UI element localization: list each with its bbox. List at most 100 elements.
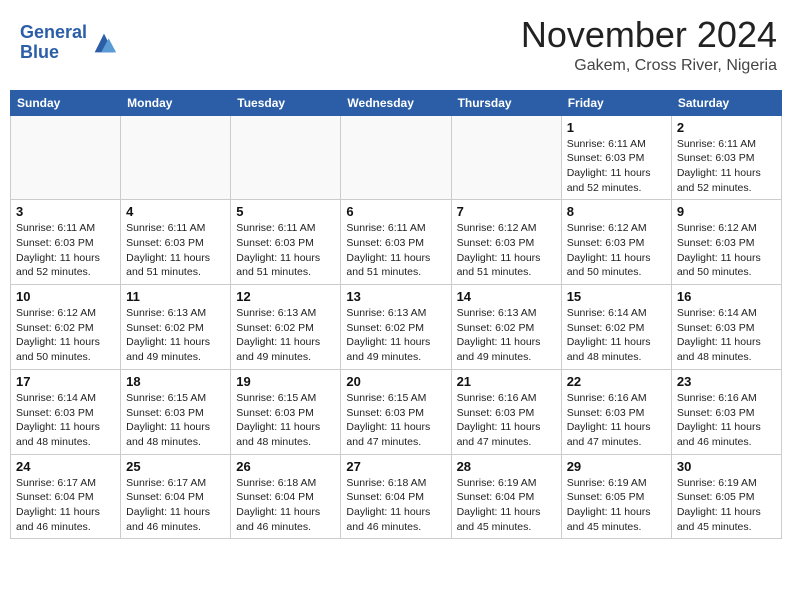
calendar-cell: 9 Sunrise: 6:12 AMSunset: 6:03 PMDaylight… [671,200,781,285]
day-number: 30 [677,459,776,474]
day-number: 13 [346,289,445,304]
day-info: Sunrise: 6:14 AMSunset: 6:03 PMDaylight:… [16,391,115,450]
month-title: November 2024 [521,15,777,55]
calendar-cell [451,115,561,200]
day-number: 28 [457,459,556,474]
day-number: 27 [346,459,445,474]
calendar-cell: 18Sunrise: 6:15 AMSunset: 6:03 PMDayligh… [121,369,231,454]
calendar-cell: 1Sunrise: 6:11 AMSunset: 6:03 PMDaylight… [561,115,671,200]
day-info: Sunrise: 6:11 AMSunset: 6:03 PMDaylight:… [677,137,776,196]
page-header: General Blue November 2024 Gakem, Cross … [10,10,782,80]
day-info: Sunrise: 6:12 AMSunset: 6:02 PMDaylight:… [16,306,115,365]
calendar-cell [341,115,451,200]
day-number: 23 [677,374,776,389]
calendar-cell: 17 Sunrise: 6:14 AMSunset: 6:03 PMDayligh… [11,369,121,454]
day-number: 17 [16,374,115,389]
day-info: Sunrise: 6:15 AMSunset: 6:03 PMDaylight:… [236,391,335,450]
day-info: Sunrise: 6:16 AMSunset: 6:03 PMDaylight:… [677,391,776,450]
day-info: Sunrise: 6:15 AMSunset: 6:03 PMDaylight:… [346,391,445,450]
logo: General Blue [20,23,118,63]
day-number: 29 [567,459,666,474]
week-row-1: 1 Sunrise: 6:11 AMSunset: 6:03 PMDaylight… [11,115,782,200]
calendar-cell: 12 Sunrise: 6:13 AMSunset: 6:02 PMDayligh… [231,285,341,370]
day-number: 14 [457,289,556,304]
day-info: Sunrise: 6:13 AMSunset: 6:02 PMDaylight:… [236,306,335,365]
location-title: Gakem, Cross River, Nigeria [521,57,777,75]
logo-icon [90,29,118,57]
col-header-monday: Monday [121,90,231,115]
day-info: Sunrise: 6:18 AMSunset: 6:04 PMDaylight:… [346,476,445,535]
col-header-tuesday: Tuesday [231,90,341,115]
day-info: Sunrise: 6:16 AMSunset: 6:03 PMDaylight:… [457,391,556,450]
calendar-cell: 23 Sunrise: 6:16 AMSunset: 6:03 PMDayligh… [671,369,781,454]
day-info: Sunrise: 6:16 AMSunset: 6:03 PMDaylight:… [567,391,666,450]
calendar-cell: 13Sunrise: 6:13 AMSunset: 6:02 PMDayligh… [341,285,451,370]
day-number: 11 [126,289,225,304]
day-number: 5 [236,204,335,219]
calendar-cell: 25 Sunrise: 6:17 AMSunset: 6:04 PMDayligh… [121,454,231,539]
day-info: Sunrise: 6:14 AMSunset: 6:02 PMDaylight:… [567,306,666,365]
calendar-cell: 22 Sunrise: 6:16 AMSunset: 6:03 PMDayligh… [561,369,671,454]
calendar-cell: 24 Sunrise: 6:17 AMSunset: 6:04 PMDayligh… [11,454,121,539]
day-info: Sunrise: 6:11 AMSunset: 6:03 PMDaylight:… [16,221,115,280]
day-info: Sunrise: 6:12 AMSunset: 6:03 PMDaylight:… [457,221,556,280]
calendar-cell: 2 Sunrise: 6:11 AMSunset: 6:03 PMDaylight… [671,115,781,200]
day-number: 9 [677,204,776,219]
day-info: Sunrise: 6:17 AMSunset: 6:04 PMDaylight:… [126,476,225,535]
calendar-cell: 29 Sunrise: 6:19 AMSunset: 6:05 PMDayligh… [561,454,671,539]
day-info: Sunrise: 6:19 AMSunset: 6:05 PMDaylight:… [677,476,776,535]
col-header-thursday: Thursday [451,90,561,115]
day-number: 24 [16,459,115,474]
calendar-cell: 28 Sunrise: 6:19 AMSunset: 6:04 PMDayligh… [451,454,561,539]
calendar-cell: 15 Sunrise: 6:14 AMSunset: 6:02 PMDayligh… [561,285,671,370]
day-info: Sunrise: 6:14 AMSunset: 6:03 PMDaylight:… [677,306,776,365]
calendar-cell: 5 Sunrise: 6:11 AMSunset: 6:03 PMDaylight… [231,200,341,285]
day-number: 12 [236,289,335,304]
day-info: Sunrise: 6:19 AMSunset: 6:05 PMDaylight:… [567,476,666,535]
calendar-cell: 19 Sunrise: 6:15 AMSunset: 6:03 PMDayligh… [231,369,341,454]
col-header-sunday: Sunday [11,90,121,115]
calendar-header-row: SundayMondayTuesdayWednesdayThursdayFrid… [11,90,782,115]
calendar-cell [121,115,231,200]
title-block: November 2024 Gakem, Cross River, Nigeri… [521,15,777,75]
day-number: 25 [126,459,225,474]
calendar-cell: 10 Sunrise: 6:12 AMSunset: 6:02 PMDayligh… [11,285,121,370]
day-number: 3 [16,204,115,219]
day-info: Sunrise: 6:18 AMSunset: 6:04 PMDaylight:… [236,476,335,535]
day-number: 1 [567,120,666,135]
day-number: 2 [677,120,776,135]
day-info: Sunrise: 6:13 AMSunset: 6:02 PMDaylight:… [126,306,225,365]
day-info: Sunrise: 6:11 AMSunset: 6:03 PMDaylight:… [126,221,225,280]
day-info: Sunrise: 6:15 AMSunset: 6:03 PMDaylight:… [126,391,225,450]
week-row-3: 10 Sunrise: 6:12 AMSunset: 6:02 PMDayligh… [11,285,782,370]
calendar-cell: 26 Sunrise: 6:18 AMSunset: 6:04 PMDayligh… [231,454,341,539]
day-info: Sunrise: 6:11 AMSunset: 6:03 PMDaylight:… [346,221,445,280]
day-number: 21 [457,374,556,389]
week-row-5: 24 Sunrise: 6:17 AMSunset: 6:04 PMDayligh… [11,454,782,539]
day-info: Sunrise: 6:12 AMSunset: 6:03 PMDaylight:… [567,221,666,280]
day-number: 19 [236,374,335,389]
day-info: Sunrise: 6:11 AMSunset: 6:03 PMDaylight:… [236,221,335,280]
day-info: Sunrise: 6:12 AMSunset: 6:03 PMDaylight:… [677,221,776,280]
day-number: 16 [677,289,776,304]
calendar-cell: 8Sunrise: 6:12 AMSunset: 6:03 PMDaylight… [561,200,671,285]
day-number: 22 [567,374,666,389]
week-row-4: 17 Sunrise: 6:14 AMSunset: 6:03 PMDayligh… [11,369,782,454]
calendar-cell: 20Sunrise: 6:15 AMSunset: 6:03 PMDayligh… [341,369,451,454]
calendar-cell [231,115,341,200]
day-number: 10 [16,289,115,304]
day-number: 15 [567,289,666,304]
calendar-cell: 6 Sunrise: 6:11 AMSunset: 6:03 PMDaylight… [341,200,451,285]
day-number: 6 [346,204,445,219]
calendar-cell: 16 Sunrise: 6:14 AMSunset: 6:03 PMDayligh… [671,285,781,370]
logo-line2: Blue [20,43,87,63]
day-info: Sunrise: 6:17 AMSunset: 6:04 PMDaylight:… [16,476,115,535]
day-number: 26 [236,459,335,474]
calendar-cell: 7 Sunrise: 6:12 AMSunset: 6:03 PMDaylight… [451,200,561,285]
day-info: Sunrise: 6:19 AMSunset: 6:04 PMDaylight:… [457,476,556,535]
day-number: 7 [457,204,556,219]
logo-line1: General [20,23,87,43]
calendar-table: SundayMondayTuesdayWednesdayThursdayFrid… [10,90,782,540]
calendar-cell: 30 Sunrise: 6:19 AMSunset: 6:05 PMDayligh… [671,454,781,539]
calendar-cell: 27 Sunrise: 6:18 AMSunset: 6:04 PMDayligh… [341,454,451,539]
